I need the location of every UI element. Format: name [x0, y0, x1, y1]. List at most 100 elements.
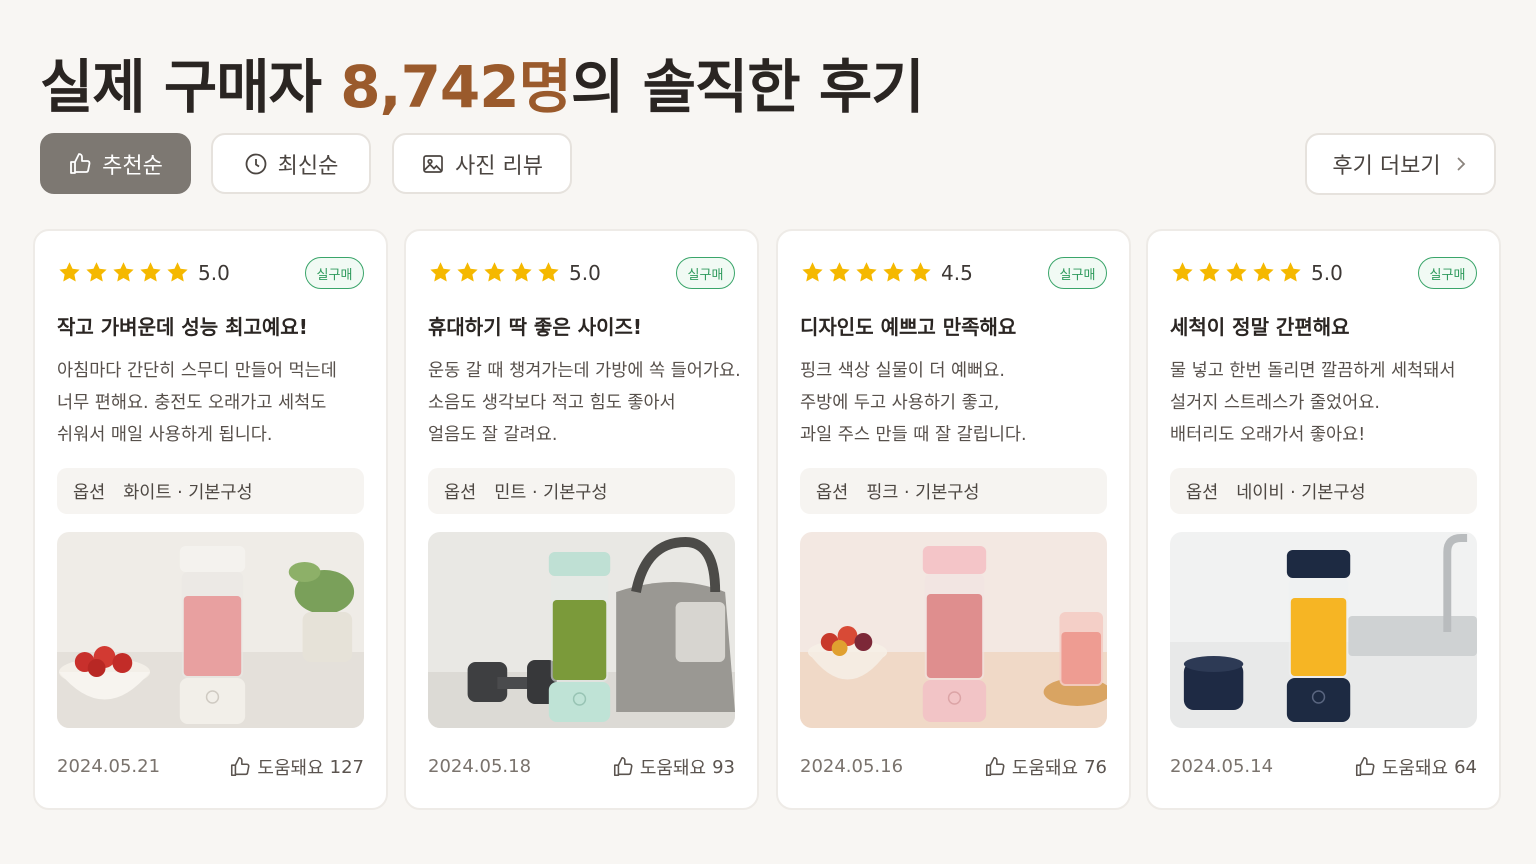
star-rating: 5.0: [57, 260, 230, 285]
star-icon: [138, 260, 163, 285]
helpful-label: 도움돼요: [1011, 758, 1079, 779]
helpful-button[interactable]: 도움돼요 93: [612, 754, 735, 780]
purchase-option: 옵션 민트 · 기본구성: [428, 468, 735, 514]
review-body: 핑크 색상 실물이 더 예뻐요. 주방에 두고 사용하기 좋고, 과일 주스 만들 …: [800, 355, 1119, 451]
star-icon: [1224, 260, 1249, 285]
review-body-line: 아침마다 간단히 스무디 만들어 먹는데: [57, 361, 337, 381]
thumbs-up-icon: [229, 756, 251, 778]
review-body-line: 소음도 생각보다 적고 힘도 좋아서: [428, 393, 676, 413]
filter-label: 추천순: [102, 153, 163, 179]
star-icon: [428, 260, 453, 285]
review-body: 운동 갈 때 챙겨가는데 가방에 쏙 들어가요. 소음도 생각보다 적고 힘도 좋…: [428, 355, 747, 451]
option-label: 옵션: [444, 482, 477, 503]
review-body-line: 핑크 색상 실물이 더 예뻐요.: [800, 361, 1005, 381]
review-photo[interactable]: [1170, 532, 1477, 728]
verified-badge: 실구매: [1418, 257, 1477, 289]
filter-recommended-button[interactable]: 추천순: [40, 133, 191, 194]
review-card[interactable]: 5.0 실구매 세척이 정말 간편해요 물 넣고 한번 돌리면 깔끔하게 세척돼…: [1146, 229, 1501, 810]
rating-value: 5.0: [198, 260, 230, 285]
review-body: 물 넣고 한번 돌리면 깔끔하게 세척돼서설거지 스트레스가 줄었어요. 배터리도…: [1170, 355, 1489, 451]
filter-label: 최신순: [277, 153, 339, 179]
verified-badge: 실구매: [1048, 257, 1107, 289]
star-icon: [57, 260, 82, 285]
review-title: 작고 가벼운데 성능 최고예요!: [57, 315, 308, 339]
star-icon: [482, 260, 507, 285]
star-icon: [908, 260, 933, 285]
option-value: 핑크 · 기본구성: [866, 482, 980, 503]
clock-icon: [244, 152, 268, 176]
review-date: 2024.05.16: [800, 756, 904, 777]
star-icon: [536, 260, 561, 285]
star-icon: [509, 260, 534, 285]
title-suffix: 의 솔직한 후기: [571, 53, 925, 121]
more-reviews-button[interactable]: 후기 더보기: [1305, 133, 1496, 195]
star-rating: 5.0: [1170, 260, 1343, 285]
star-icon: [111, 260, 136, 285]
review-body-line: 얼음도 잘 갈려요.: [428, 425, 558, 445]
star-icon: [1278, 260, 1303, 285]
review-photo[interactable]: [57, 532, 364, 728]
star-icon: [165, 260, 190, 285]
review-title: 휴대하기 딱 좋은 사이즈!: [428, 315, 643, 339]
helpful-button[interactable]: 도움돼요 76: [984, 754, 1107, 780]
review-title: 디자인도 예쁘고 만족해요: [800, 315, 1017, 339]
review-date: 2024.05.18: [428, 756, 532, 777]
page-title: 실제 구매자 8,742명의 솔직한 후기: [40, 40, 925, 124]
option-label: 옵션: [73, 482, 106, 503]
more-reviews-label: 후기 더보기: [1332, 154, 1441, 179]
review-card[interactable]: 4.5 실구매 디자인도 예쁘고 만족해요 핑크 색상 실물이 더 예뻐요. 주방…: [776, 229, 1131, 810]
rating-value: 4.5: [941, 260, 973, 285]
star-icon: [1251, 260, 1276, 285]
option-label: 옵션: [1186, 482, 1219, 503]
star-icon: [881, 260, 906, 285]
thumbs-up-icon: [984, 756, 1006, 778]
review-body-line: 설거지 스트레스가 줄었어요.: [1170, 393, 1380, 413]
image-icon: [421, 152, 445, 176]
helpful-label: 도움돼요: [257, 758, 324, 779]
option-value: 화이트 · 기본구성: [123, 482, 253, 503]
purchase-option: 옵션 네이비 · 기본구성: [1170, 468, 1477, 514]
thumbs-up-icon: [68, 152, 92, 176]
review-body-line: 운동 갈 때 챙겨가는데 가방에 쏙 들어가요.: [428, 361, 741, 381]
rating-value: 5.0: [1311, 260, 1343, 285]
title-prefix: 실제 구매자: [40, 53, 341, 121]
helpful-button[interactable]: 도움돼요 127: [229, 754, 364, 780]
verified-badge: 실구매: [676, 257, 735, 289]
review-card[interactable]: 5.0 실구매 작고 가벼운데 성능 최고예요! 아침마다 간단히 스무디 만들…: [33, 229, 388, 810]
purchase-option: 옵션 화이트 · 기본구성: [57, 468, 364, 514]
review-body-line: 물 넣고 한번 돌리면 깔끔하게 세척돼서: [1170, 361, 1456, 381]
star-icon: [854, 260, 879, 285]
review-count: 8,742명: [340, 53, 572, 121]
thumbs-up-icon: [1354, 756, 1376, 778]
helpful-count: 64: [1454, 756, 1477, 778]
star-icon: [84, 260, 109, 285]
helpful-label: 도움돼요: [1381, 758, 1449, 779]
review-body-line: 배터리도 오래가서 좋아요!: [1170, 425, 1366, 445]
review-date: 2024.05.21: [57, 756, 161, 777]
helpful-count: 76: [1084, 756, 1107, 778]
star-icon: [1170, 260, 1195, 285]
review-body: 아침마다 간단히 스무디 만들어 먹는데너무 편해요. 충전도 오래가고 세척도…: [57, 355, 376, 451]
helpful-label: 도움돼요: [639, 758, 707, 779]
star-icon: [1197, 260, 1222, 285]
option-value: 민트 · 기본구성: [494, 482, 608, 503]
review-title: 세척이 정말 간편해요: [1170, 315, 1350, 339]
review-date: 2024.05.14: [1170, 756, 1274, 777]
helpful-count: 127: [329, 756, 364, 778]
review-photo[interactable]: [800, 532, 1107, 728]
star-icon: [827, 260, 852, 285]
review-body-line: 너무 편해요. 충전도 오래가고 세척도: [57, 393, 327, 413]
option-value: 네이비 · 기본구성: [1236, 482, 1366, 503]
chevron-right-icon: [1453, 156, 1469, 172]
purchase-option: 옵션 핑크 · 기본구성: [800, 468, 1107, 514]
rating-value: 5.0: [569, 260, 601, 285]
review-card[interactable]: 5.0 실구매 휴대하기 딱 좋은 사이즈! 운동 갈 때 챙겨가는데 가방에 …: [404, 229, 759, 810]
filter-latest-button[interactable]: 최신순: [211, 133, 371, 194]
helpful-button[interactable]: 도움돼요 64: [1354, 754, 1477, 780]
verified-badge: 실구매: [305, 257, 364, 289]
star-icon: [455, 260, 480, 285]
star-rating: 4.5: [800, 260, 973, 285]
review-body-line: 과일 주스 만들 때 잘 갈립니다.: [800, 425, 1027, 445]
filter-photo-review-button[interactable]: 사진 리뷰: [392, 133, 572, 194]
review-photo[interactable]: [428, 532, 735, 728]
